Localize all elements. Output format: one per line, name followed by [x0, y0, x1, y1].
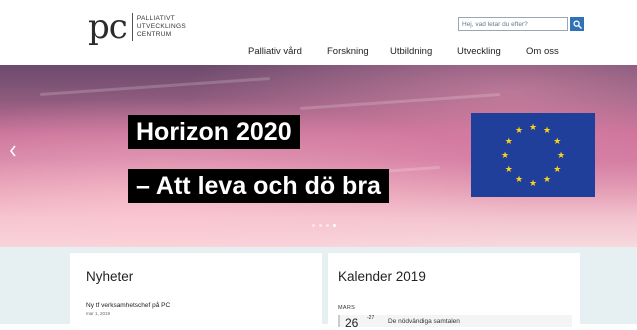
carousel-dot[interactable]	[333, 224, 336, 227]
eu-star-icon: ★	[528, 121, 538, 132]
event-day: 26	[345, 316, 359, 330]
eu-star-icon: ★	[514, 125, 524, 136]
hero-streak	[40, 76, 270, 97]
news-panel: Nyheter Ny tf verksamhetschef på PC mar …	[70, 253, 322, 324]
content-section: Nyheter Ny tf verksamhetschef på PC mar …	[0, 247, 637, 330]
news-item-date: mar 1, 2019	[86, 311, 111, 316]
site-header: pc PALLIATIVT UTVECKLINGS CENTRUM Pallia…	[0, 0, 637, 65]
event-day-end: -27	[367, 315, 375, 321]
news-item-title[interactable]: Ny tf verksamhetschef på PC	[86, 302, 170, 309]
calendar-month: MARS	[338, 305, 356, 311]
eu-star-icon: ★	[542, 125, 552, 136]
calendar-heading: Kalender 2019	[338, 269, 426, 284]
eu-star-icon: ★	[504, 163, 513, 174]
chevron-left-icon	[9, 145, 16, 157]
logo-line-3: CENTRUM	[136, 31, 172, 38]
logo-text: PALLIATIVT UTVECKLINGS CENTRUM	[137, 15, 186, 39]
carousel-dots	[312, 224, 336, 227]
news-heading: Nyheter	[86, 269, 134, 284]
eu-star-icon: ★	[504, 135, 513, 146]
calendar-event[interactable]: 26 -27 De nödvändiga samtalen	[338, 315, 572, 330]
search-icon	[572, 19, 582, 29]
carousel-dot[interactable]	[312, 224, 315, 227]
nav-utveckling[interactable]: Utveckling	[457, 46, 501, 57]
eu-star-icon: ★	[514, 173, 524, 184]
hero-headline-1: Horizon 2020	[128, 115, 300, 149]
hero-streak	[300, 93, 500, 110]
search-input[interactable]	[458, 17, 568, 31]
nav-om-oss[interactable]: Om oss	[526, 46, 559, 57]
carousel-dot[interactable]	[319, 224, 322, 227]
carousel-prev-button[interactable]	[9, 143, 17, 161]
calendar-panel: Kalender 2019 MARS 26 -27 De nödvändiga …	[328, 253, 580, 330]
search-button[interactable]	[570, 17, 584, 31]
logo-line-1: PALLIATIVT	[136, 15, 175, 22]
main-nav: Palliativ vård Forskning Utbildning Utve…	[0, 46, 637, 60]
nav-palliativ-vard[interactable]: Palliativ vård	[248, 46, 302, 57]
nav-forskning[interactable]: Forskning	[327, 46, 369, 57]
hero-headline-2: – Att leva och dö bra	[128, 169, 389, 203]
logo-separator	[131, 13, 133, 41]
hero-carousel[interactable]: Horizon 2020 – Att leva och dö bra ★ ★ ★ ★ ★…	[0, 65, 637, 247]
search-form	[458, 17, 586, 31]
logo-mark: pc	[88, 7, 128, 47]
eu-star-icon: ★	[528, 177, 538, 188]
eu-star-icon: ★	[553, 135, 562, 146]
eu-star-icon: ★	[500, 149, 510, 160]
carousel-dot[interactable]	[326, 224, 329, 227]
eu-star-icon: ★	[553, 163, 562, 174]
pc-logo[interactable]: pc PALLIATIVT UTVECKLINGS CENTRUM	[88, 10, 186, 44]
eu-flag-icon: ★ ★ ★ ★ ★ ★ ★ ★ ★ ★ ★ ★	[471, 113, 595, 197]
eu-star-icon: ★	[542, 173, 552, 184]
eu-star-icon: ★	[556, 149, 566, 160]
nav-utbildning[interactable]: Utbildning	[390, 46, 432, 57]
logo-line-2: UTVECKLINGS	[136, 23, 186, 30]
